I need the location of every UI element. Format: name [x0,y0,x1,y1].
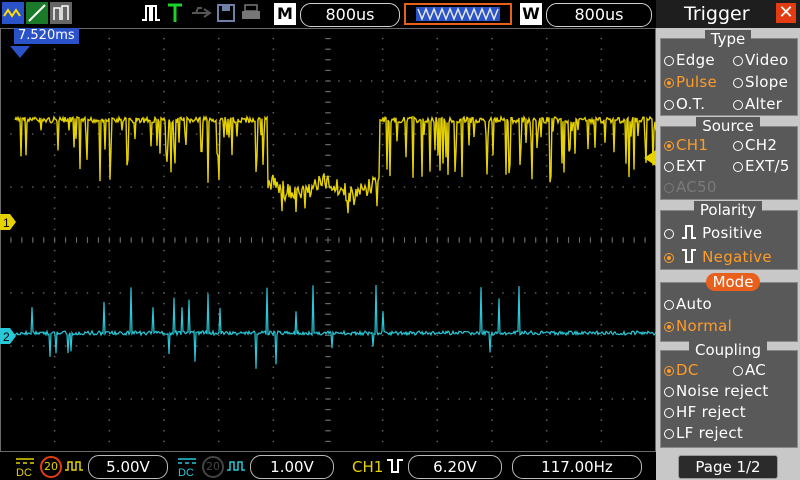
page-button[interactable]: Page 1/2 [678,455,778,479]
ch1-waveform [14,114,656,214]
type-option-slope[interactable]: Slope [733,73,788,91]
source-option-ac50: AC50 [664,178,717,196]
trigger-menu-panel: Trigger ✕ Type Edge Video Pulse Slope O.… [656,0,800,480]
source-option-ch1[interactable]: CH1 [664,136,708,154]
ch1-volts-div[interactable]: 5.00V [88,455,168,479]
ch1-dc-coupling-icon: DC [16,458,34,478]
coupling-option-dc[interactable]: DC [664,361,699,379]
mode-heading: Mode [706,273,760,291]
trigger-time-offset: 7.520ms [14,28,79,44]
positive-pulse-icon [682,225,697,239]
type-option-ot[interactable]: O.T. [664,95,705,113]
ch1-bw-limit-badge: 20 [40,456,62,478]
save-disk-icon[interactable] [216,2,236,24]
ch2-marker[interactable]: 2 [0,328,16,344]
ch2-invert-icon [227,461,245,471]
vector-mode-icon[interactable] [26,2,48,24]
menu-title: Trigger [684,3,750,25]
type-option-edge[interactable]: Edge [664,51,715,69]
coupling-option-hf-reject[interactable]: HF reject [664,403,746,421]
coupling-option-ac[interactable]: AC [733,361,766,379]
memory-position-icon[interactable] [404,3,512,25]
source-option-ext5[interactable]: EXT/5 [733,157,790,175]
source-heading: Source [656,117,800,135]
type-heading: Type [656,30,800,48]
source-option-ch2[interactable]: CH2 [733,136,777,154]
trigger-source-label: CH1 [352,458,384,476]
window-label: W [520,3,542,25]
ch1-invert-icon [65,461,83,471]
persistence-icon[interactable] [50,2,72,24]
timebase-label: M [274,3,296,25]
close-icon[interactable]: ✕ [776,3,796,23]
ch2-bw-limit-badge: 20 [202,456,224,478]
negative-pulse-icon [682,249,697,263]
menu-title-bar: Trigger ✕ [656,0,800,28]
svg-text:1: 1 [3,216,10,230]
traces-layer: 1 2 [0,46,656,369]
frequency-counter: 117.00Hz [512,455,642,479]
coupling-option-noise-reject[interactable]: Noise reject [664,382,769,400]
window-value[interactable]: 800us [546,3,652,27]
waveform-display: 1 2 7.520ms [0,28,656,452]
top-status-bar: M 800us W 800us [0,0,656,28]
negative-pulse-icon [387,459,403,473]
pulse-trigger-icon [142,5,160,21]
ch2-volts-div[interactable]: 1.00V [250,455,334,479]
svg-text:DC: DC [178,467,194,478]
bottom-status-bar: DC 20 5.00V DC 20 1.00V CH1 6.20V 117.00… [0,452,656,480]
mode-option-normal[interactable]: Normal [664,317,732,335]
trigged-status-icon [168,3,182,22]
polarity-option-negative[interactable]: Negative [664,248,772,266]
type-option-video[interactable]: Video [733,51,789,69]
usb-connection-icon [192,7,212,18]
polarity-heading: Polarity [656,201,800,219]
mode-option-auto[interactable]: Auto [664,295,712,313]
ch2-waveform [14,284,656,369]
svg-text:2: 2 [3,330,10,344]
ch1-marker[interactable]: 1 [0,214,16,230]
waveform-icon[interactable] [2,2,24,24]
ch2-dc-coupling-icon: DC [178,458,196,478]
polarity-option-positive[interactable]: Positive [664,224,762,242]
printer-icon[interactable] [240,2,262,24]
trigger-level-value[interactable]: 6.20V [408,455,502,479]
trigger-position-marker[interactable] [10,46,30,58]
timebase-value[interactable]: 800us [300,3,400,27]
svg-text:DC: DC [16,467,32,478]
source-option-ext[interactable]: EXT [664,157,706,175]
type-option-pulse[interactable]: Pulse [664,73,717,91]
coupling-heading: Coupling [656,341,800,359]
type-option-alter[interactable]: Alter [733,95,782,113]
coupling-option-lf-reject[interactable]: LF reject [664,424,743,442]
